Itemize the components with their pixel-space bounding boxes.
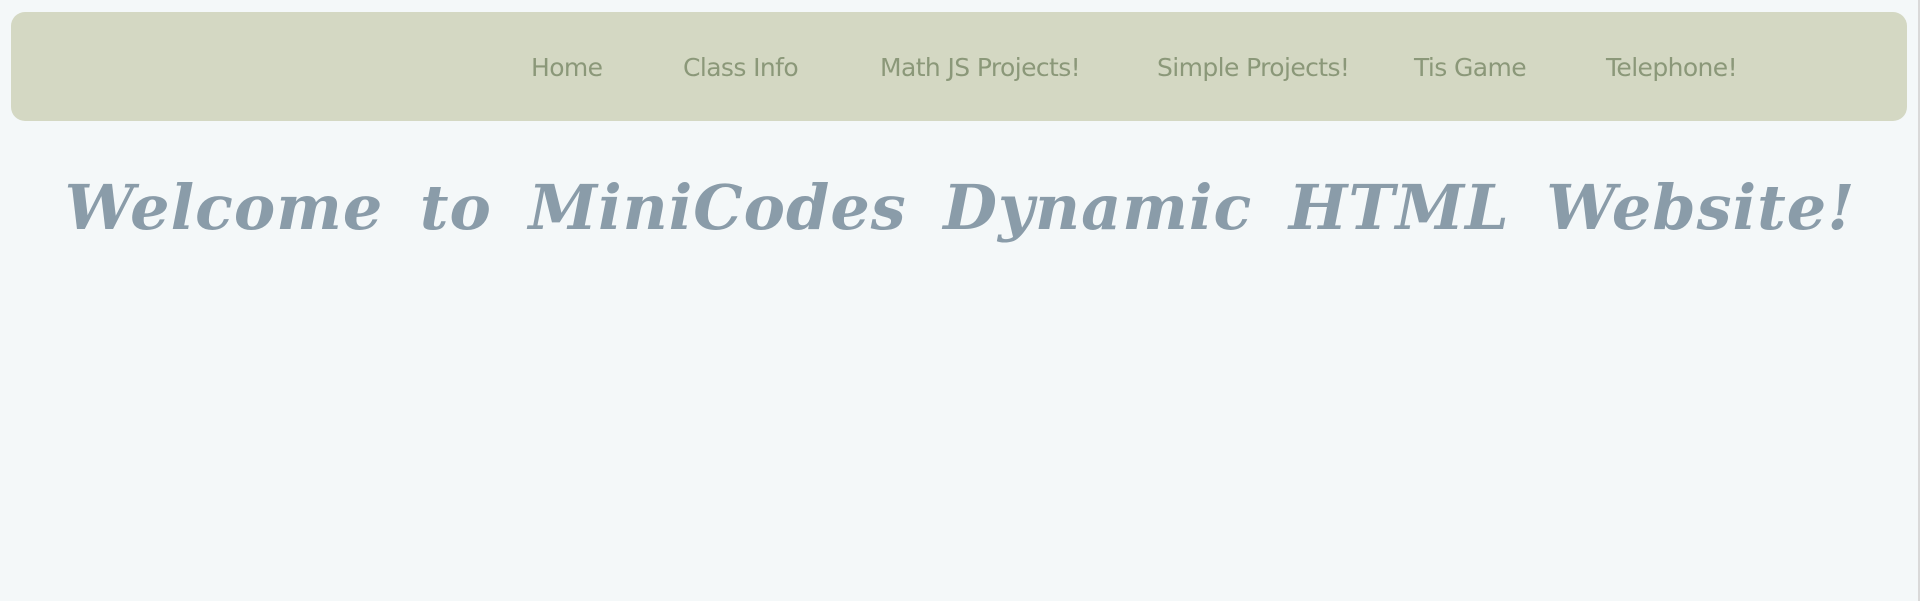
nav-link-tis-game[interactable]: Tis Game [1414,48,1527,88]
navbar: Home Class Info Math JS Projects! Simple… [11,12,1907,121]
nav-link-simple-projects[interactable]: Simple Projects! [1157,48,1350,88]
nav-link-class-info[interactable]: Class Info [683,48,799,88]
nav-link-math-js-projects[interactable]: Math JS Projects! [880,48,1081,88]
nav-link-home[interactable]: Home [531,48,603,88]
nav-list: Home Class Info Math JS Projects! Simple… [11,12,1907,121]
page-title: Welcome to MiniCodes Dynamic HTML Websit… [64,171,1856,244]
nav-link-telephone[interactable]: Telephone! [1606,48,1738,88]
